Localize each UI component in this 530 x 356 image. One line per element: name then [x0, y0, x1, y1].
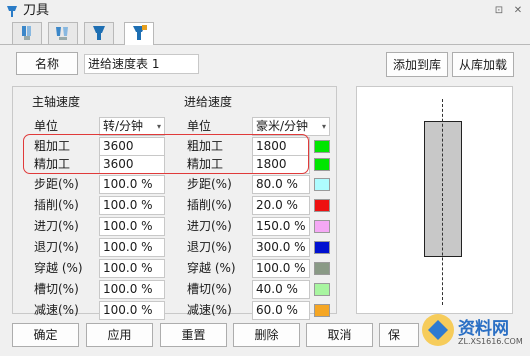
load-from-library-button[interactable]: 从库加载	[452, 52, 514, 77]
feed-percent-label: 穿越 (%)	[187, 261, 236, 275]
window-title: 刀具	[23, 3, 50, 18]
feed-percent-color-swatch[interactable]	[314, 241, 330, 254]
spindle-finish-label: 精加工	[34, 157, 71, 171]
spindle-percent-input[interactable]: 100.0 %	[99, 259, 165, 278]
tool-preview	[356, 86, 513, 314]
drill-tool-icon	[56, 27, 68, 40]
spindle-speed-title: 主轴速度	[32, 95, 81, 109]
feed-percent-color-swatch[interactable]	[314, 199, 330, 212]
spindle-percent-label: 插削(%)	[34, 198, 79, 212]
feed-speed-title: 进给速度	[184, 95, 233, 109]
tab-feeds-speeds[interactable]	[124, 22, 154, 45]
tool-shape	[424, 121, 462, 257]
spindle-percent-label: 穿越 (%)	[34, 261, 83, 275]
feed-percent-input[interactable]: 60.0 %	[252, 301, 310, 320]
cancel-button[interactable]: 取消	[306, 323, 373, 347]
tab-tool-1[interactable]	[12, 22, 42, 44]
ok-button[interactable]: 确定	[12, 323, 79, 347]
tool-axis-line	[442, 99, 443, 305]
chevron-down-icon: ▾	[321, 122, 326, 131]
spindle-percent-label: 退刀(%)	[34, 240, 79, 254]
mill-tool-icon	[22, 26, 31, 40]
tab-tool-2[interactable]	[48, 22, 78, 44]
feed-percent-input[interactable]: 300.0 %	[252, 238, 310, 257]
feed-percent-input[interactable]: 40.0 %	[252, 280, 310, 299]
spindle-percent-input[interactable]: 100.0 %	[99, 217, 165, 236]
spindle-percent-input[interactable]: 100.0 %	[99, 301, 165, 320]
spindle-percent-input[interactable]: 100.0 %	[99, 238, 165, 257]
feed-percent-input[interactable]: 20.0 %	[252, 196, 310, 215]
add-to-library-button[interactable]: 添加到库	[386, 52, 448, 77]
tab-tool-3[interactable]	[84, 22, 114, 44]
feed-unit-value: 豪米/分钟	[256, 119, 309, 133]
feed-percent-label: 步距(%)	[187, 177, 232, 191]
watermark-text: 资料网	[458, 319, 509, 339]
feed-percent-color-swatch[interactable]	[314, 220, 330, 233]
spindle-finish-input[interactable]: 3600	[99, 155, 165, 174]
reset-button[interactable]: 重置	[160, 323, 227, 347]
watermark-url: ZL.XS1616.COM	[458, 337, 523, 346]
feed-percent-label: 减速(%)	[187, 303, 232, 317]
feed-percent-input[interactable]: 150.0 %	[252, 217, 310, 236]
feeds-speeds-icon	[133, 25, 147, 40]
apply-button[interactable]: 应用	[86, 323, 153, 347]
name-field[interactable]: 进给速度表 1	[84, 54, 199, 74]
feed-finish-input[interactable]: 1800	[252, 155, 310, 174]
feed-percent-input[interactable]: 100.0 %	[252, 259, 310, 278]
spindle-percent-label: 进刀(%)	[34, 219, 79, 233]
watermark: 资料网 ZL.XS1616.COM	[418, 308, 530, 353]
tab-divider	[0, 44, 530, 45]
holder-tool-icon	[93, 26, 105, 40]
feed-unit-label: 单位	[187, 119, 212, 133]
spindle-percent-input[interactable]: 100.0 %	[99, 280, 165, 299]
spindle-percent-label: 步距(%)	[34, 177, 79, 191]
feed-percent-label: 进刀(%)	[187, 219, 232, 233]
spindle-unit-value: 转/分钟	[103, 119, 144, 133]
feed-percent-color-swatch[interactable]	[314, 304, 330, 317]
spindle-percent-label: 减速(%)	[34, 303, 79, 317]
spindle-rough-label: 粗加工	[34, 139, 71, 153]
feed-finish-color-swatch[interactable]	[314, 158, 330, 171]
spindle-percent-input[interactable]: 100.0 %	[99, 196, 165, 215]
feed-percent-label: 退刀(%)	[187, 240, 232, 254]
chevron-down-icon: ▾	[156, 122, 161, 131]
spindle-rough-input[interactable]: 3600	[99, 137, 165, 156]
spindle-percent-input[interactable]: 100.0 %	[99, 175, 165, 194]
close-icon[interactable]: ✕	[512, 5, 524, 17]
spindle-percent-label: 槽切(%)	[34, 282, 79, 296]
save-button[interactable]: 保	[379, 323, 419, 347]
feed-unit-select[interactable]: 豪米/分钟 ▾	[252, 117, 330, 136]
feed-percent-input[interactable]: 80.0 %	[252, 175, 310, 194]
tool-icon	[7, 6, 17, 17]
title-bar: 刀具 ⊡ ✕	[0, 0, 530, 22]
feed-rough-input[interactable]: 1800	[252, 137, 310, 156]
feed-percent-label: 插削(%)	[187, 198, 232, 212]
feed-percent-label: 槽切(%)	[187, 282, 232, 296]
feed-percent-color-swatch[interactable]	[314, 283, 330, 296]
delete-button[interactable]: 删除	[233, 323, 300, 347]
name-label-button[interactable]: 名称	[16, 52, 78, 75]
feed-percent-color-swatch[interactable]	[314, 262, 330, 275]
feed-rough-color-swatch[interactable]	[314, 140, 330, 153]
spindle-unit-label: 单位	[34, 119, 59, 133]
feed-rough-label: 粗加工	[187, 139, 224, 153]
pin-icon[interactable]: ⊡	[493, 5, 505, 17]
spindle-unit-select[interactable]: 转/分钟 ▾	[99, 117, 165, 136]
feed-percent-color-swatch[interactable]	[314, 178, 330, 191]
feed-finish-label: 精加工	[187, 157, 224, 171]
